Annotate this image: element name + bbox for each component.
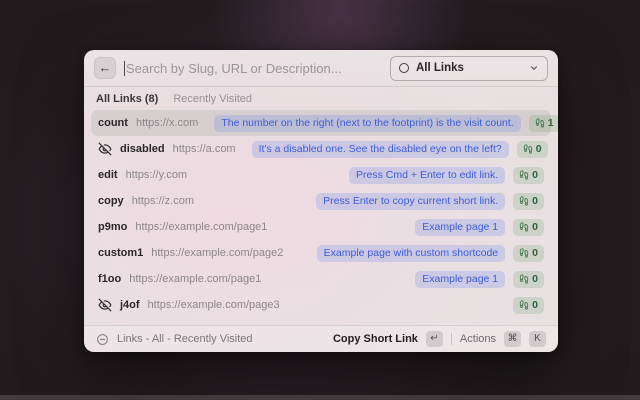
chevron-down-icon (529, 63, 539, 73)
filter-circle-icon (399, 63, 409, 73)
footer-bar: Links - All - Recently Visited Copy Shor… (84, 325, 558, 352)
link-url: https://a.com (173, 143, 236, 155)
visit-count-badge: 0 (513, 245, 544, 262)
visit-count: 0 (532, 273, 538, 285)
visit-count: 0 (532, 299, 538, 311)
screen-bottom-edge (0, 395, 640, 400)
return-key-badge: ↵ (426, 331, 443, 347)
link-slug: j4of (120, 299, 140, 311)
search-field-wrap (124, 61, 382, 76)
actions-button[interactable]: Actions (460, 333, 496, 345)
footprints-icon (519, 222, 529, 232)
link-row[interactable]: custom1 https://example.com/page2 Exampl… (91, 240, 551, 266)
visit-count-badge: 0 (513, 297, 544, 314)
footprints-icon (519, 196, 529, 206)
search-header: ← All Links (84, 50, 558, 87)
filter-tabs: All Links (8) Recently Visited (84, 87, 558, 107)
command-palette-window: ← All Links All Links (8) Recently Visit… (84, 50, 558, 352)
breadcrumb: Links - All - Recently Visited (117, 333, 325, 345)
link-row[interactable]: count https://x.com The number on the ri… (91, 110, 551, 136)
link-url: https://y.com (126, 169, 188, 181)
link-row[interactable]: f1oo https://example.com/page1 Example p… (91, 266, 551, 292)
visit-count-badge: 1 (529, 115, 558, 132)
link-url: https://example.com/page3 (148, 299, 280, 311)
eye-off-icon (98, 298, 112, 312)
link-slug: edit (98, 169, 118, 181)
link-url: https://z.com (132, 195, 194, 207)
link-slug: custom1 (98, 247, 143, 259)
eye-off-icon (98, 142, 112, 156)
footprints-icon (519, 300, 529, 310)
visit-count-badge: 0 (513, 219, 544, 236)
link-description-badge: Press Cmd + Enter to edit link. (349, 167, 505, 184)
link-slug: count (98, 117, 128, 129)
links-app-logo-icon (96, 333, 109, 346)
footprints-icon (523, 144, 533, 154)
link-description-badge: Example page 1 (415, 271, 505, 288)
footer-divider (451, 333, 452, 345)
visit-count: 0 (532, 169, 538, 181)
tab-all-links[interactable]: All Links (8) (96, 93, 158, 105)
visit-count-badge: 0 (513, 193, 544, 210)
footprints-icon (519, 248, 529, 258)
filter-dropdown[interactable]: All Links (390, 56, 548, 81)
footprints-icon (535, 118, 545, 128)
link-url: https://example.com/page1 (129, 273, 261, 285)
visit-count-badge: 0 (513, 271, 544, 288)
link-row[interactable]: disabled https://a.com It's a disabled o… (91, 136, 551, 162)
link-slug: p9mo (98, 221, 127, 233)
link-description-badge: Press Enter to copy current short link. (316, 193, 505, 210)
link-row[interactable]: copy https://z.com Press Enter to copy c… (91, 188, 551, 214)
search-input[interactable] (126, 61, 382, 76)
link-description-badge: It's a disabled one. See the disabled ey… (252, 141, 509, 158)
link-url: https://example.com/page2 (151, 247, 283, 259)
visit-count-badge: 0 (517, 141, 548, 158)
text-cursor (124, 61, 125, 76)
visit-count-badge: 0 (513, 167, 544, 184)
link-row[interactable]: j4of https://example.com/page3 0 (91, 292, 551, 318)
tab-recently-visited[interactable]: Recently Visited (173, 93, 252, 105)
copy-short-link-button[interactable]: Copy Short Link (333, 333, 418, 345)
link-slug: disabled (120, 143, 165, 155)
visit-count: 0 (532, 195, 538, 207)
link-url: https://example.com/page1 (135, 221, 267, 233)
link-description-badge: Example page 1 (415, 219, 505, 236)
visit-count: 1 (548, 117, 554, 129)
cmd-key-badge: ⌘ (504, 331, 521, 347)
back-button[interactable]: ← (94, 57, 116, 79)
link-slug: copy (98, 195, 124, 207)
visit-count: 0 (536, 143, 542, 155)
filter-dropdown-label: All Links (416, 62, 522, 74)
k-key-badge: K (529, 331, 546, 347)
link-list: count https://x.com The number on the ri… (84, 107, 558, 325)
footprints-icon (519, 170, 529, 180)
link-row[interactable]: edit https://y.com Press Cmd + Enter to … (91, 162, 551, 188)
link-url: https://x.com (136, 117, 198, 129)
link-row[interactable]: p9mo https://example.com/page1 Example p… (91, 214, 551, 240)
link-description-badge: Example page with custom shortcode (317, 245, 506, 262)
visit-count: 0 (532, 247, 538, 259)
footprints-icon (519, 274, 529, 284)
visit-count: 0 (532, 221, 538, 233)
link-description-badge: The number on the right (next to the foo… (214, 115, 520, 132)
link-slug: f1oo (98, 273, 121, 285)
